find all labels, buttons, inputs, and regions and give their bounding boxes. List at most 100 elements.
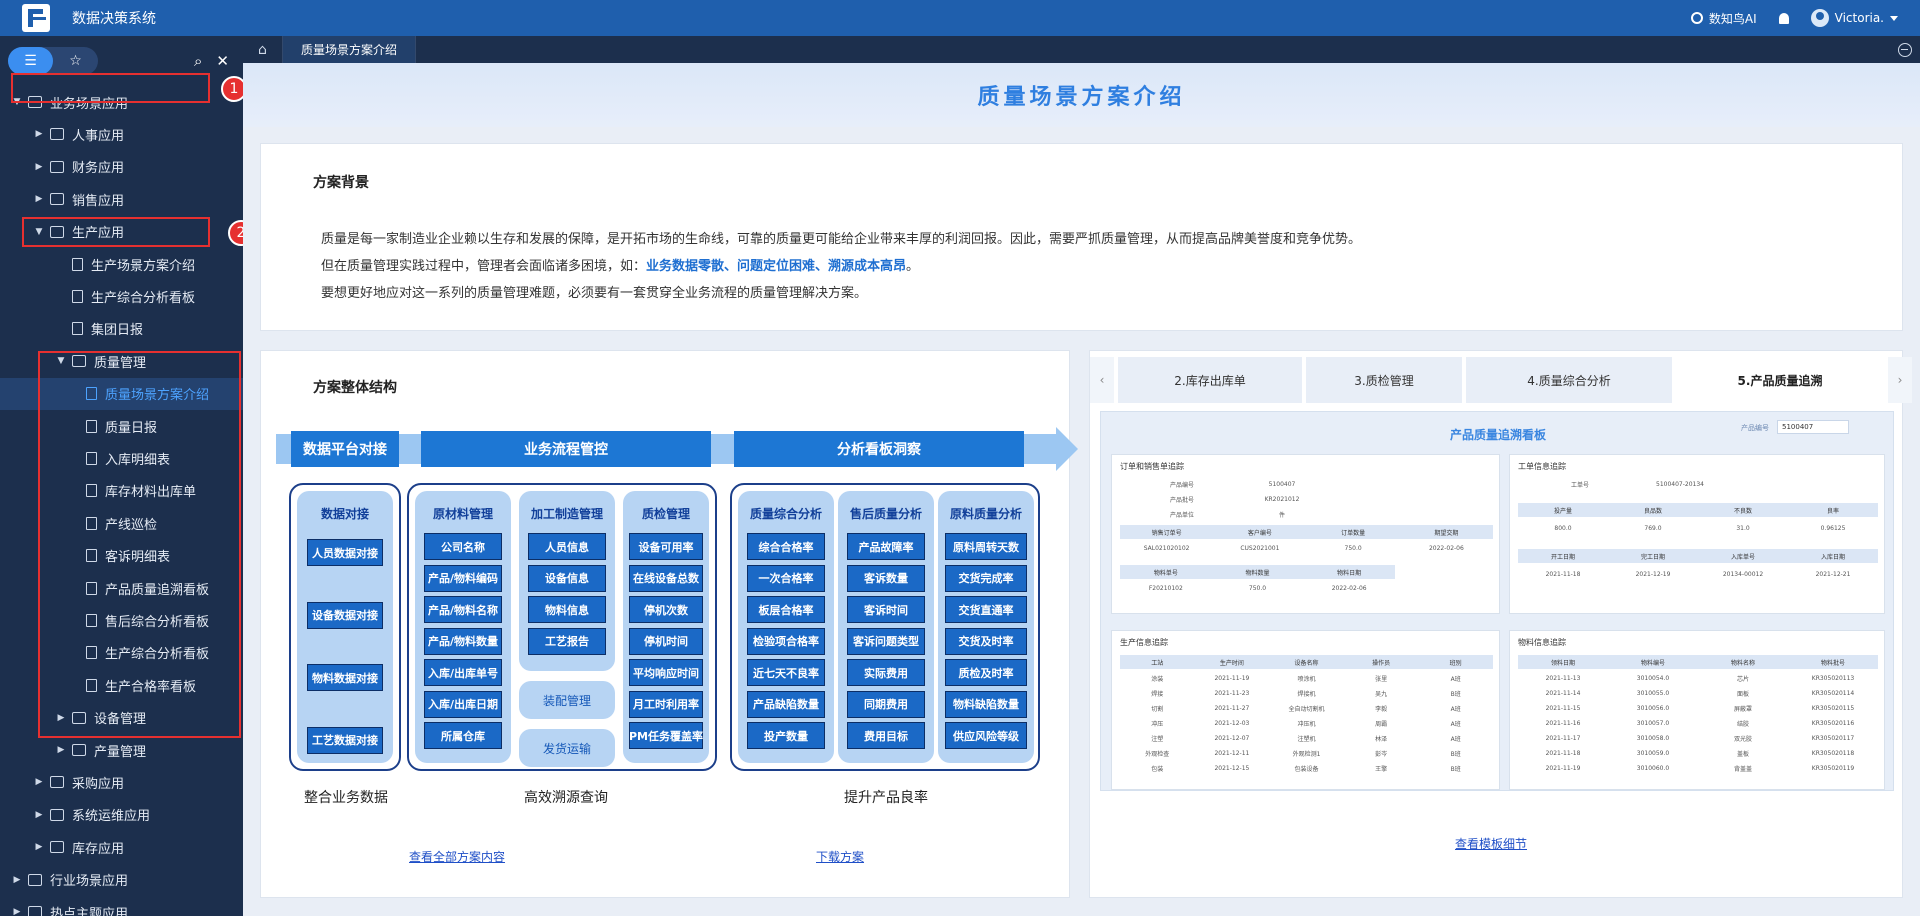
sidebar-item[interactable]: 产线巡检 (0, 507, 243, 539)
table-cell: 3010059.0 (1636, 749, 1670, 757)
chevron-down-icon[interactable]: ▼ (34, 227, 44, 237)
chevron-right-icon[interactable]: ▶ (34, 129, 44, 139)
preview-tabs: ‹ 2.库存出库单 3.质检管理 4.质量综合分析 5.产品质量追溯 › (1090, 357, 1912, 403)
preview-tab[interactable]: 3.质检管理 (1306, 357, 1462, 403)
table-cell: 销售订单号 (1151, 529, 1182, 537)
tab-quality-intro[interactable]: 质量场景方案介绍 (283, 36, 417, 63)
page-title: 质量场景方案介绍 (977, 85, 1186, 110)
sidebar-item[interactable]: ▶ 采购应用 (0, 766, 243, 798)
chevron-right-icon[interactable]: ▶ (12, 907, 22, 916)
sidebar-item[interactable]: 生产综合分析看板 (0, 637, 243, 669)
process-pill: 发货运输 (519, 729, 615, 767)
table-cell: 3010056.0 (1636, 704, 1670, 712)
metric-cell: 设备信息 (528, 564, 606, 592)
table-cell: 入库单号 (1730, 553, 1755, 561)
metric-cell: 入库/出库单号 (424, 659, 502, 686)
home-tab[interactable]: ⌂ (243, 36, 283, 63)
notification-button[interactable] (1778, 12, 1789, 24)
chevron-left-icon[interactable]: ‹ (1090, 357, 1114, 403)
sidebar-item[interactable]: ▶ 行业场景应用 (0, 864, 243, 896)
table-cell: B班 (1450, 690, 1461, 698)
sidebar-item[interactable]: ▶ 销售应用 (0, 183, 243, 215)
column-title: 加工制造管理 (530, 507, 603, 521)
chevron-right-icon[interactable]: ▶ (34, 162, 44, 172)
sidebar-item[interactable]: 产品质量追溯看板 (0, 572, 243, 604)
sidebar-item[interactable]: 质量场景方案介绍 (0, 377, 243, 410)
table-cell: 工站 (1151, 659, 1164, 667)
table-cell: 2021-12-19 (1635, 570, 1671, 578)
sidebar-item[interactable]: 库存材料出库单 (0, 475, 243, 507)
sidebar-item[interactable]: ▶ 人事应用 (0, 118, 243, 150)
list-view-button[interactable]: ☰ (8, 47, 53, 75)
sidebar-item[interactable]: ▼ 生产应用 (0, 216, 243, 248)
sidebar-item[interactable]: ▶ 设备管理 (0, 702, 243, 734)
chevron-right-icon[interactable]: › (1888, 357, 1912, 403)
sidebar-item[interactable]: 集团日报 (0, 313, 243, 345)
bell-icon (1778, 12, 1789, 24)
sidebar-item[interactable]: 生产合格率看板 (0, 669, 243, 701)
chevron-right-icon[interactable]: ▶ (34, 194, 44, 204)
preview-tab[interactable]: 5.产品质量追溯 (1676, 357, 1884, 403)
table-cell: 2021-11-16 (1545, 719, 1581, 727)
sidebar-item-label: 售后综合分析看板 (105, 614, 210, 630)
sidebar-item-label: 库存应用 (72, 841, 125, 857)
table-cell: 31.0 (1736, 524, 1750, 532)
preview-tab[interactable]: 2.库存出库单 (1118, 357, 1302, 403)
card-title: 生产信息追踪 (1120, 638, 1168, 647)
search-icon[interactable]: ⌕ (194, 52, 202, 70)
sidebar-item[interactable]: ▶ 热点主题应用 (0, 896, 243, 916)
table-cell: 林泽 (1375, 735, 1388, 743)
table-row: 2021-11-17 3010058.0 双光胶 KR305020117 (1518, 731, 1878, 745)
pin-icon[interactable]: ✕ (216, 52, 229, 70)
sidebar-item[interactable]: ▼ 业务场景应用 (0, 86, 243, 118)
column-title: 质检管理 (641, 507, 690, 521)
process-pill: 装配管理 (519, 681, 615, 719)
sidebar-item[interactable]: ▼ 质量管理 (0, 345, 243, 377)
background-heading: 方案背景 (313, 175, 369, 191)
sidebar-item[interactable]: 客诉明细表 (0, 540, 243, 572)
sidebar-item[interactable]: 生产场景方案介绍 (0, 248, 243, 280)
metric-cell: 产品/物料名称 (424, 596, 502, 623)
sidebar-item[interactable]: ▶ 财务应用 (0, 151, 243, 183)
user-menu[interactable]: Victoria. (1810, 9, 1898, 27)
sidebar-item[interactable]: 售后综合分析看板 (0, 604, 243, 636)
doc-icon (86, 484, 97, 498)
view-template-link[interactable]: 查看模板细节 (1455, 835, 1527, 852)
ai-assistant-button[interactable]: 数知鸟AI (1690, 10, 1757, 27)
sidebar-item[interactable]: 入库明细表 (0, 442, 243, 474)
download-link[interactable]: 下载方案 (816, 848, 864, 865)
view-all-link[interactable]: 查看全部方案内容 (409, 848, 505, 865)
sidebar-item[interactable]: 质量日报 (0, 410, 243, 442)
chevron-down-icon[interactable]: ▼ (12, 97, 22, 107)
table-cell: A班 (1450, 675, 1461, 683)
sidebar-item-label: 生产合格率看板 (105, 679, 197, 695)
table-cell: 物料数量 (1245, 569, 1270, 577)
metric-cell: 交货直通率 (945, 596, 1027, 623)
chevron-right-icon[interactable]: ▶ (12, 875, 22, 885)
sidebar-item-label: 业务场景应用 (50, 96, 129, 112)
favorites-button[interactable]: ☆ (53, 47, 98, 75)
chevron-right-icon[interactable]: ▶ (56, 713, 66, 723)
chevron-right-icon[interactable]: ▶ (34, 810, 44, 820)
table-cell: 件 (1278, 511, 1285, 519)
table-cell: 3010055.0 (1636, 689, 1670, 697)
close-all-tabs-icon[interactable] (1898, 42, 1912, 57)
dashboard-title: 产品质量追溯看板 (1449, 428, 1546, 442)
sidebar-item[interactable]: ▶ 系统运维应用 (0, 799, 243, 831)
chevron-down-icon[interactable]: ▼ (56, 356, 66, 366)
table-cell: 800.0 (1554, 524, 1572, 532)
table-cell: 喷涂机 (1297, 675, 1316, 683)
preview-tab[interactable]: 4.质量综合分析 (1466, 357, 1672, 403)
sidebar-item[interactable]: ▶ 库存应用 (0, 831, 243, 863)
table-row: 2021-11-19 3010060.0 背盖盖 KR305020119 (1518, 761, 1878, 775)
table-cell: 结胶 (1736, 720, 1749, 728)
sidebar-item[interactable]: 生产综合分析看板 (0, 280, 243, 312)
table-cell: B班 (1450, 750, 1461, 758)
chevron-right-icon[interactable]: ▶ (56, 745, 66, 755)
chevron-right-icon[interactable]: ▶ (34, 842, 44, 852)
chevron-right-icon[interactable]: ▶ (34, 777, 44, 787)
sidebar-item-label: 质量日报 (105, 420, 158, 436)
app-logo[interactable] (22, 4, 50, 32)
sidebar-item[interactable]: ▶ 产量管理 (0, 734, 243, 766)
table-cell: CUS2021001 (1240, 544, 1280, 552)
